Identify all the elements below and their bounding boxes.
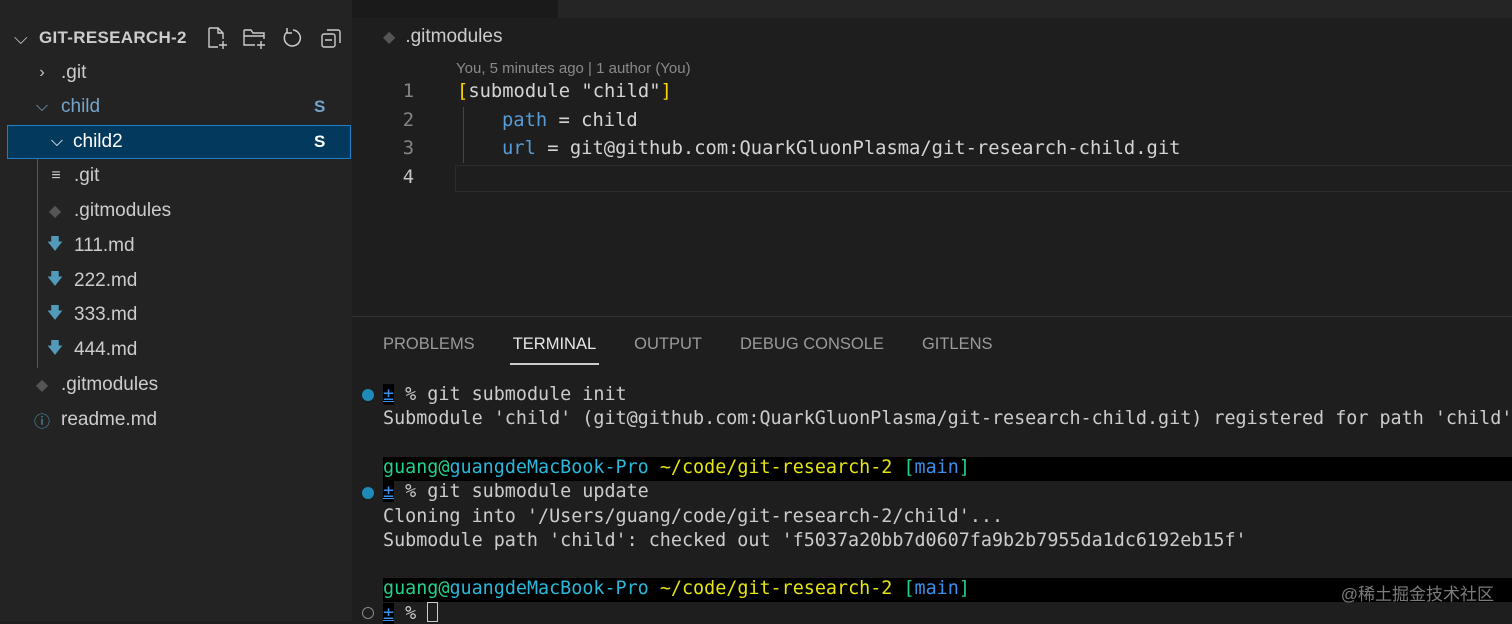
workspace-title: GIT-RESEARCH-2 [39,28,187,48]
terminal-output: Submodule 'child' (git@github.com:QuarkG… [383,408,1512,429]
tab-terminal[interactable]: TERMINAL [513,335,596,354]
terminal-prompt: guang@guangdeMacBook-Pro ~/code/git-rese… [383,578,970,599]
tree-item-child2-folder[interactable]: ⌵child2S [7,125,351,159]
lines-file-icon: ≡ [47,167,65,185]
terminal-output: Cloning into '/Users/guang/code/git-rese… [383,506,1003,527]
tree-item-444-md[interactable]: 🡇444.md [0,333,352,367]
submodule-badge: S [314,132,325,152]
tree-item-readme-md[interactable]: ⓘreadme.md [0,403,352,437]
command-success-dot-icon[interactable] [362,389,374,401]
line-number: 4 [380,167,414,188]
chevron-down-icon[interactable]: ⌵ [14,28,28,49]
submodule-badge: S [314,97,325,117]
git-diamond-icon: ◆ [33,375,51,395]
tab-gitlens[interactable]: GITLENS [922,335,993,354]
info-icon: ⓘ [33,408,51,432]
explorer-sidebar: ⌵ GIT-RESEARCH-2 ›.git ⌵childS ⌵child2S … [0,0,352,621]
panel-tabs: PROBLEMS TERMINAL OUTPUT DEBUG CONSOLE G… [383,335,993,354]
tree-item-child-folder[interactable]: ⌵childS [0,90,352,124]
terminal-output: Submodule path 'child': checked out 'f50… [383,530,1247,551]
gitlens-blame-annotation[interactable]: You, 5 minutes ago | 1 author (You) [456,60,691,77]
command-pending-circle-icon [362,607,374,619]
code-line[interactable]: [submodule "child"] [457,81,672,102]
tree-item-git-file[interactable]: ≡.git [0,159,352,193]
markdown-down-arrow-icon: 🡇 [46,337,64,364]
markdown-down-arrow-icon: 🡇 [46,233,64,260]
line-number: 2 [380,110,414,131]
chevron-right-icon: › [33,64,51,82]
breadcrumb[interactable]: ◆.gitmodules [383,26,502,48]
tree-item-gitmodules[interactable]: ◆.gitmodules [0,194,352,228]
terminal-prompt: guang@guangdeMacBook-Pro ~/code/git-rese… [383,457,970,478]
chevron-down-icon: ⌵ [48,133,66,151]
tree-item-111-md[interactable]: 🡇111.md [0,229,352,263]
refresh-icon[interactable] [280,25,306,51]
git-diamond-icon: ◆ [46,201,64,221]
markdown-down-arrow-icon: 🡇 [46,302,64,329]
new-file-icon[interactable] [204,25,230,51]
explorer-header[interactable]: ⌵ GIT-RESEARCH-2 [0,24,352,52]
editor-tab[interactable] [352,0,558,18]
code-line[interactable]: url = git@github.com:QuarkGluonPlasma/gi… [502,138,1180,159]
tab-problems[interactable]: PROBLEMS [383,335,475,354]
tree-item-git-folder[interactable]: ›.git [0,56,352,90]
git-diamond-icon: ◆ [383,27,395,47]
line-number: 1 [380,81,414,102]
chevron-down-icon: ⌵ [33,98,51,116]
code-line[interactable]: path = child [502,110,638,131]
tree-item-222-md[interactable]: 🡇222.md [0,264,352,298]
terminal-command: ± % git submodule init [383,384,627,405]
current-line-highlight [455,165,1512,192]
indent-guide [463,107,464,163]
watermark: @稀土掘金技术社区 [1341,580,1494,605]
terminal-cursor [427,602,438,622]
editor-tab-bar [352,0,1512,18]
tab-output[interactable]: OUTPUT [634,335,702,354]
line-number: 3 [380,138,414,159]
tree-item-333-md[interactable]: 🡇333.md [0,298,352,332]
command-success-dot-icon[interactable] [362,487,374,499]
new-folder-icon[interactable] [242,25,268,51]
tree-item-gitmodules-root[interactable]: ◆.gitmodules [0,368,352,402]
terminal-command: ± % git submodule update [383,481,649,502]
collapse-all-icon[interactable] [318,25,344,51]
markdown-down-arrow-icon: 🡇 [46,268,64,295]
tab-debug-console[interactable]: DEBUG CONSOLE [740,335,884,354]
